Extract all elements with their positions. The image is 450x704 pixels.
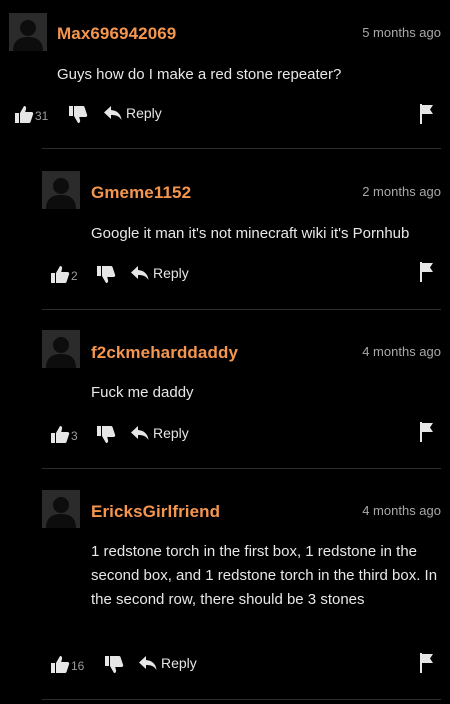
comment-text: 1 redstone torch in the first box, 1 red…: [91, 543, 438, 608]
default-avatar-icon[interactable]: [42, 171, 80, 209]
like-count: 3: [71, 429, 78, 443]
like-button[interactable]: 31: [14, 104, 48, 124]
reply-button[interactable]: Reply: [104, 105, 162, 121]
comment-timestamp: 4 months ago: [362, 503, 441, 518]
flag-icon: [420, 262, 434, 286]
default-avatar-icon[interactable]: [42, 490, 80, 528]
flag-icon: [420, 422, 434, 446]
dislike-button[interactable]: [96, 265, 116, 285]
dislike-button[interactable]: [104, 655, 124, 675]
comment-text: Fuck me daddy: [91, 384, 194, 401]
divider: [42, 148, 441, 149]
comment-text: Google it man it's not minecraft wiki it…: [91, 225, 410, 242]
dislike-button[interactable]: [96, 425, 116, 445]
comment-username[interactable]: Max696942069: [57, 24, 176, 44]
reply-button[interactable]: Reply: [131, 425, 189, 441]
divider: [42, 309, 441, 310]
like-button[interactable]: 16: [50, 654, 84, 674]
comment-actions: 31 Reply: [14, 104, 441, 126]
reply-arrow-icon: [131, 265, 149, 281]
thumbs-up-icon: [14, 104, 34, 124]
thumbs-up-icon: [50, 424, 70, 444]
comment-actions: 16 Reply: [50, 654, 440, 676]
comment-timestamp: 4 months ago: [362, 344, 441, 359]
default-avatar-icon[interactable]: [9, 13, 47, 51]
reply-button[interactable]: Reply: [131, 265, 189, 281]
thumbs-up-icon: [50, 264, 70, 284]
thumbs-down-icon: [68, 105, 88, 125]
reply-label: Reply: [161, 655, 197, 671]
flag-button[interactable]: [420, 653, 434, 678]
reply-label: Reply: [153, 265, 189, 281]
comment-timestamp: 5 months ago: [362, 25, 441, 40]
like-button[interactable]: 2: [50, 264, 78, 284]
comment-text: Guys how do I make a red stone repeater?: [57, 66, 342, 83]
comment-timestamp: 2 months ago: [362, 184, 441, 199]
flag-icon: [420, 653, 434, 677]
like-count: 2: [71, 269, 78, 283]
divider: [42, 699, 441, 700]
thumbs-down-icon: [96, 265, 116, 285]
flag-button[interactable]: [420, 104, 434, 129]
reply-button[interactable]: Reply: [139, 655, 197, 671]
thumbs-up-icon: [50, 654, 70, 674]
flag-button[interactable]: [420, 422, 434, 447]
reply-arrow-icon: [139, 655, 157, 671]
comment-actions: 2 Reply: [50, 264, 440, 286]
reply-label: Reply: [126, 105, 162, 121]
dislike-button[interactable]: [68, 105, 88, 125]
like-count: 16: [71, 659, 85, 673]
comment-actions: 3 Reply: [50, 424, 440, 446]
reply-label: Reply: [153, 425, 189, 441]
comment-username[interactable]: EricksGirlfriend: [91, 502, 220, 522]
flag-button[interactable]: [420, 262, 434, 287]
thumbs-down-icon: [96, 425, 116, 445]
default-avatar-icon[interactable]: [42, 330, 80, 368]
flag-icon: [420, 104, 434, 128]
comment-username[interactable]: f2ckmeharddaddy: [91, 343, 238, 363]
reply-arrow-icon: [104, 105, 122, 121]
like-count: 31: [35, 109, 49, 123]
comment-username[interactable]: Gmeme1152: [91, 183, 191, 203]
reply-arrow-icon: [131, 425, 149, 441]
thumbs-down-icon: [104, 655, 124, 675]
like-button[interactable]: 3: [50, 424, 78, 444]
divider: [42, 468, 441, 469]
